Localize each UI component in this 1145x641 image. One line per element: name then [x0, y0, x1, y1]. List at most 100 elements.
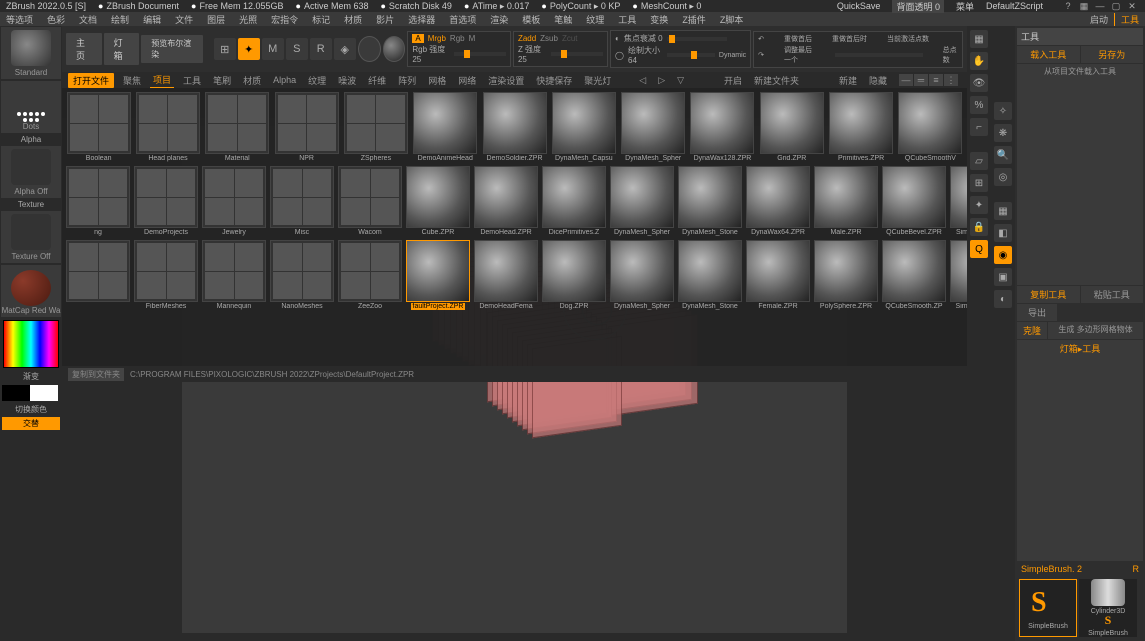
copy-tool-btn[interactable]: 复制工具: [1017, 286, 1080, 303]
stroke-tile[interactable]: Dots: [1, 81, 61, 133]
open-file-btn[interactable]: 打开文件: [68, 73, 114, 88]
lb-tab[interactable]: 笔刷: [210, 73, 234, 88]
active-shelf-icon[interactable]: Q: [970, 240, 988, 258]
window-grid-icon[interactable]: ▦: [1077, 1, 1091, 11]
back-transp[interactable]: 背面透明 0: [892, 0, 944, 13]
gizmo-icon[interactable]: ◈: [334, 38, 356, 60]
lightbox-item[interactable]: DemoSoldier.ZPR: [482, 92, 547, 162]
lb-tab[interactable]: 开启: [721, 73, 745, 88]
lightbox-item[interactable]: Wacom: [338, 166, 402, 236]
lightbox-item[interactable]: Boolean: [66, 92, 131, 162]
brush-preview-circle[interactable]: [383, 36, 406, 62]
menu-item[interactable]: Z插件: [682, 13, 706, 26]
lightbox-item[interactable]: Mannequin: [202, 240, 266, 310]
lightbox-item[interactable]: DynaMesh_Stone: [678, 166, 742, 236]
zsub-btn[interactable]: Zsub: [540, 34, 558, 43]
tool-slot-1[interactable]: S SimpleBrush: [1019, 579, 1077, 637]
pframe-icon[interactable]: ▣: [994, 268, 1012, 286]
brush-size-circle[interactable]: [358, 36, 381, 62]
home-btn[interactable]: 主页: [66, 33, 102, 65]
menu-item[interactable]: 图层: [207, 13, 225, 26]
rotate-icon[interactable]: R: [310, 38, 332, 60]
eye-icon[interactable]: 👁: [970, 74, 988, 92]
lightbox-item[interactable]: DemoHeadFema: [474, 240, 538, 310]
scale-icon[interactable]: S: [286, 38, 308, 60]
move-icon[interactable]: M: [262, 38, 284, 60]
lightbox-item[interactable]: DynaMesh_Spher: [621, 92, 686, 162]
focal-slider[interactable]: [667, 37, 727, 41]
nav-next-icon[interactable]: ▷: [655, 74, 668, 87]
quicksave-btn[interactable]: QuickSave: [837, 1, 881, 11]
view-grid-icon[interactable]: ⋮: [944, 74, 958, 86]
view-single-icon[interactable]: ―: [899, 74, 913, 86]
sculptris-icon[interactable]: ⊞: [214, 38, 236, 60]
lightbox-item[interactable]: ZSpheres: [343, 92, 408, 162]
menu-item[interactable]: 光照: [239, 13, 257, 26]
lightbox-item[interactable]: Sim_Gravity01.Z: [950, 166, 967, 236]
nav-down-icon[interactable]: ▽: [674, 74, 687, 87]
draw-size-slider[interactable]: [667, 53, 715, 57]
lb-tab[interactable]: 新建文件夹: [751, 73, 802, 88]
lightbox-item[interactable]: [66, 240, 130, 310]
menu-item[interactable]: 材质: [344, 13, 362, 26]
lightbox-item[interactable]: Sim_HeadCover.: [950, 240, 967, 310]
menu-item[interactable]: 选择器: [408, 13, 435, 26]
silhouette-icon[interactable]: ◐: [994, 290, 1012, 308]
percent-icon[interactable]: %: [970, 96, 988, 114]
menu-item[interactable]: 等选项: [6, 13, 33, 26]
menu-item[interactable]: 标记: [312, 13, 330, 26]
solo-icon[interactable]: ◎: [994, 168, 1012, 186]
lightbox-item[interactable]: Misc: [270, 166, 334, 236]
minimize-icon[interactable]: ―: [1093, 1, 1107, 11]
a-flag[interactable]: A: [412, 34, 423, 43]
menu-item[interactable]: 文档: [79, 13, 97, 26]
lightbox-btn[interactable]: 灯箱: [104, 33, 140, 65]
lightbox-item[interactable]: Cube.ZPR: [406, 166, 470, 236]
undo-icon[interactable]: ↶: [758, 35, 764, 43]
tool-slot-2[interactable]: Cylinder3D S SimpleBrush: [1079, 579, 1137, 637]
corner-icon[interactable]: ⌐: [970, 118, 988, 136]
draw-icon[interactable]: ✦: [238, 38, 260, 60]
menu-item[interactable]: 模板: [522, 13, 540, 26]
lightbox-item[interactable]: Head planes: [135, 92, 200, 162]
menu-item[interactable]: 变换: [650, 13, 668, 26]
redo-icon[interactable]: ↷: [758, 51, 764, 59]
lb-tab[interactable]: Alpha: [270, 74, 299, 86]
nav-prev-icon[interactable]: ◁: [636, 74, 649, 87]
default-zscript[interactable]: DefaultZScript: [986, 1, 1043, 11]
transp-icon[interactable]: ◧: [994, 224, 1012, 242]
menu-item[interactable]: 纹理: [586, 13, 604, 26]
lightbox-item[interactable]: QCubeSmoothV: [898, 92, 963, 162]
menu-toggle[interactable]: 菜单: [956, 0, 974, 13]
lb-tab-active[interactable]: 项目: [150, 72, 174, 88]
lock-icon[interactable]: 🔒: [970, 218, 988, 236]
swatch-white[interactable]: [30, 385, 58, 401]
lb-tab[interactable]: 噪波: [335, 73, 359, 88]
right-menu-tool[interactable]: 工具: [1114, 13, 1139, 26]
menu-item[interactable]: 编辑: [143, 13, 161, 26]
r-flag[interactable]: R: [1133, 564, 1140, 574]
lb-tab[interactable]: 聚光灯: [581, 73, 614, 88]
lightbox-item[interactable]: DemoAnimeHead: [413, 92, 478, 162]
floor-icon[interactable]: ⊞: [970, 174, 988, 192]
lb-tab[interactable]: 渲染设置: [485, 73, 527, 88]
texture-tile[interactable]: Texture Off: [1, 211, 61, 263]
polyframe-icon[interactable]: ▦: [994, 202, 1012, 220]
lightbox-item[interactable]: DynaMesh_Stone: [678, 240, 742, 310]
color-picker[interactable]: [3, 320, 59, 368]
brush-tile[interactable]: Standard: [1, 27, 61, 79]
localsym-icon[interactable]: ✦: [970, 196, 988, 214]
rgb-btn[interactable]: Rgb: [450, 34, 465, 43]
lb-tab[interactable]: 工具: [180, 73, 204, 88]
lb-tab[interactable]: 材质: [240, 73, 264, 88]
menu-item[interactable]: 首选项: [449, 13, 476, 26]
lightbox-item[interactable]: DynaMesh_Capsu: [551, 92, 616, 162]
menu-start[interactable]: 启动: [1090, 13, 1108, 26]
lb-tab[interactable]: 聚焦: [120, 73, 144, 88]
lightbox-item[interactable]: DynaWax128.ZPR: [690, 92, 755, 162]
mrgb-btn[interactable]: Mrgb: [428, 34, 446, 43]
lightbox-item[interactable]: DemoHead.ZPR: [474, 166, 538, 236]
help-icon[interactable]: ?: [1061, 1, 1075, 11]
export-btn[interactable]: 导出: [1017, 304, 1057, 321]
lightbox-item[interactable]: DynaMesh_Spher: [610, 240, 674, 310]
